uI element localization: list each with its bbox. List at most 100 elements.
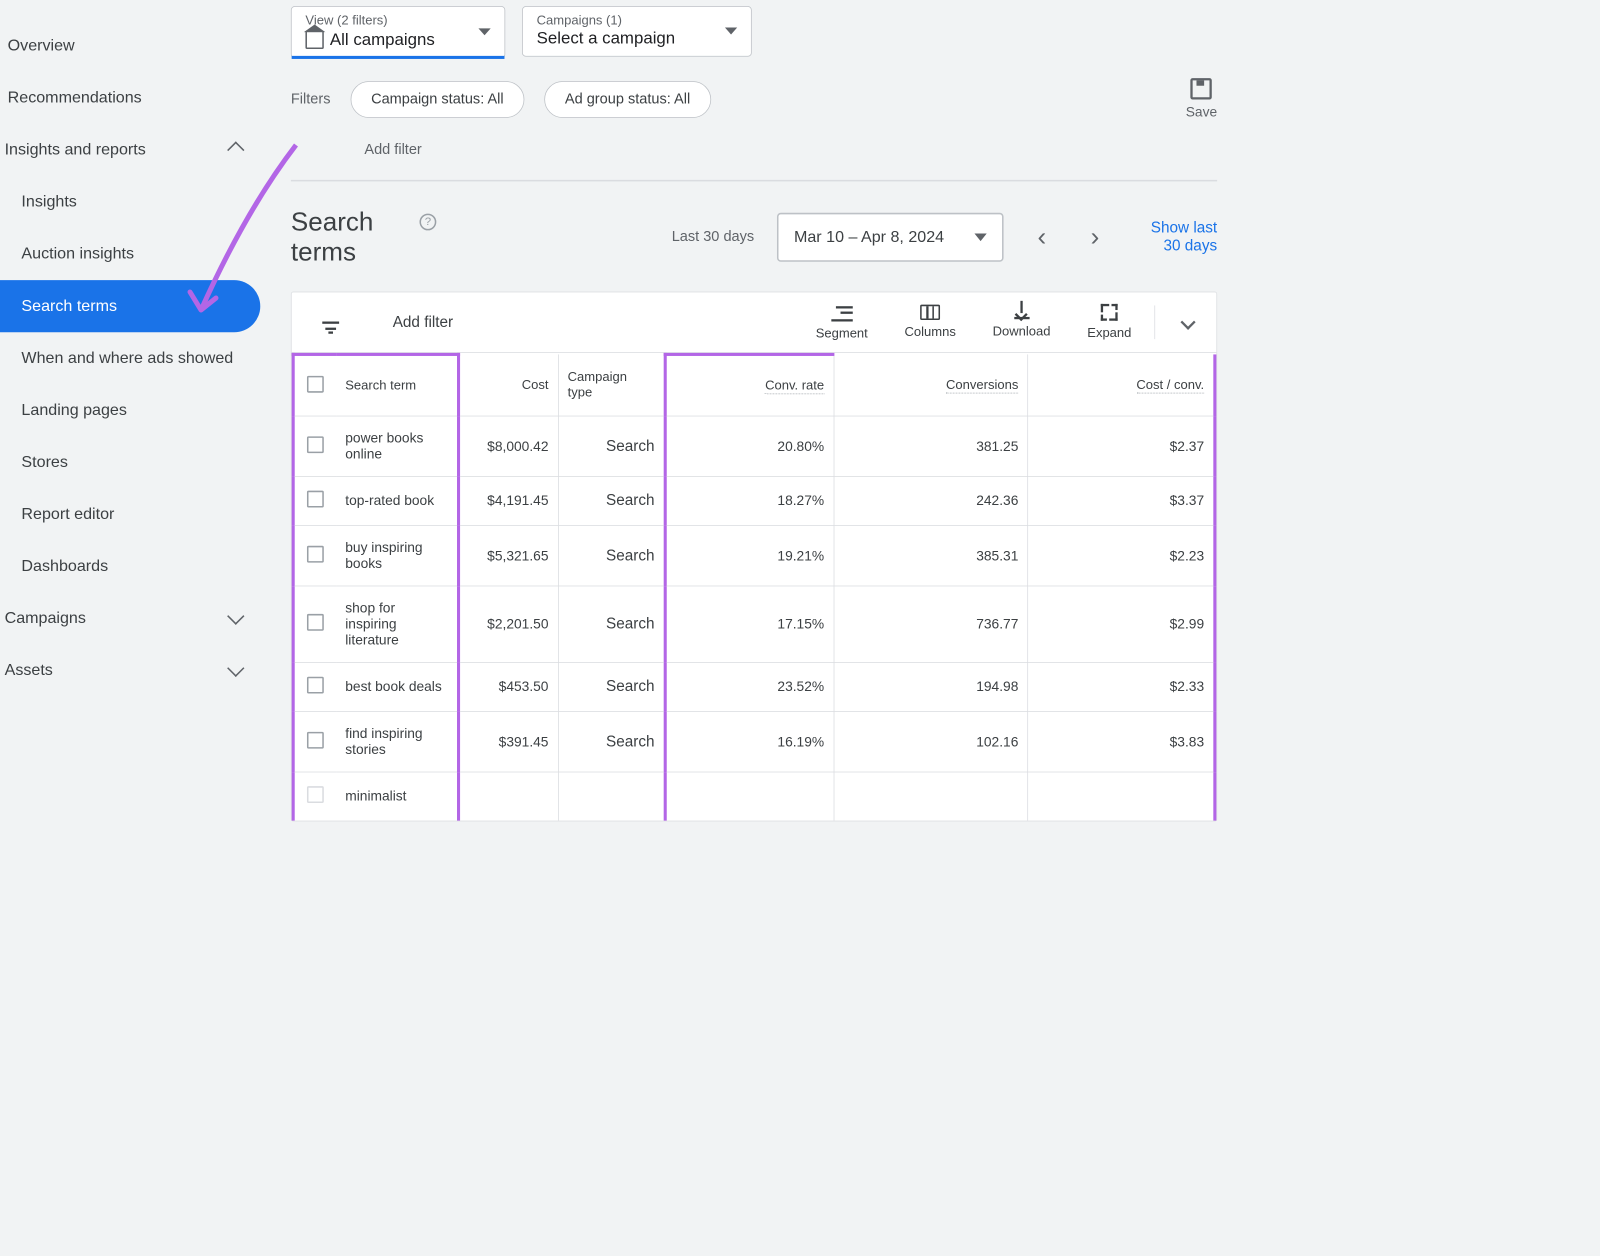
cell-cost: $5,321.65 bbox=[459, 526, 559, 586]
row-checkbox[interactable] bbox=[307, 786, 324, 803]
col-search-term[interactable]: Search term bbox=[336, 354, 458, 416]
row-checkbox[interactable] bbox=[307, 677, 324, 694]
nav-item-auction-insights[interactable]: Auction insights bbox=[0, 228, 260, 280]
cell-conversions: 102.16 bbox=[834, 712, 1028, 772]
row-select-cell bbox=[293, 477, 336, 526]
row-checkbox[interactable] bbox=[307, 545, 324, 562]
prev-period-button[interactable]: ‹ bbox=[1027, 222, 1057, 252]
nav-label: Insights and reports bbox=[5, 141, 146, 159]
filters-label: Filters bbox=[291, 91, 331, 108]
cell-campaign-type: Search bbox=[558, 526, 665, 586]
cell-search-term: power books online bbox=[336, 416, 458, 476]
filter-icon-button[interactable] bbox=[292, 297, 370, 348]
cell-search-term: buy inspiring books bbox=[336, 526, 458, 586]
cell-conversions: 381.25 bbox=[834, 416, 1028, 476]
filter-pill-campaign-status[interactable]: Campaign status: All bbox=[350, 81, 524, 118]
col-conv-rate[interactable]: Conv. rate bbox=[665, 354, 833, 416]
cell-search-term: find inspiring stories bbox=[336, 712, 458, 772]
help-icon[interactable]: ? bbox=[419, 214, 436, 231]
nav-label: Assets bbox=[5, 661, 53, 679]
row-select-cell bbox=[293, 526, 336, 586]
row-checkbox[interactable] bbox=[307, 436, 324, 453]
house-icon bbox=[305, 31, 323, 49]
col-campaign-type[interactable]: Campaign type bbox=[558, 354, 665, 416]
cell-cost: $391.45 bbox=[459, 712, 559, 772]
nav-item-report-editor[interactable]: Report editor bbox=[0, 488, 260, 540]
select-all-cell bbox=[293, 354, 336, 416]
table-row: best book deals$453.50Search23.52%194.98… bbox=[293, 663, 1215, 712]
row-checkbox[interactable] bbox=[307, 614, 324, 631]
filter-pill-ad-group-status[interactable]: Ad group status: All bbox=[544, 81, 711, 118]
col-cost-conv[interactable]: Cost / conv. bbox=[1028, 354, 1215, 416]
save-label: Save bbox=[1186, 104, 1217, 120]
nav-item-recommendations[interactable]: Recommendations bbox=[0, 72, 260, 124]
row-select-cell bbox=[293, 416, 336, 476]
nav-item-landing-pages[interactable]: Landing pages bbox=[0, 384, 260, 436]
nav-expand-insights-and-reports[interactable]: Insights and reports bbox=[0, 124, 260, 176]
next-period-button[interactable]: › bbox=[1080, 222, 1110, 252]
cell-search-term: top-rated book bbox=[336, 477, 458, 526]
table-row: minimalist bbox=[293, 772, 1215, 821]
table-row: find inspiring stories$391.45Search16.19… bbox=[293, 712, 1215, 772]
date-range-text: Mar 10 – Apr 8, 2024 bbox=[794, 228, 944, 246]
cell-conv-rate: 16.19% bbox=[665, 712, 833, 772]
download-button[interactable]: Download bbox=[974, 295, 1069, 350]
chevron-up-icon bbox=[227, 141, 244, 158]
save-button[interactable]: Save bbox=[1186, 78, 1217, 120]
select-all-checkbox[interactable] bbox=[307, 375, 324, 392]
nav-item-dashboards[interactable]: Dashboards bbox=[0, 540, 260, 592]
table-row: shop for inspiring literature$2,201.50Se… bbox=[293, 586, 1215, 663]
nav-item-overview[interactable]: Overview bbox=[0, 20, 260, 72]
nav-item-insights[interactable]: Insights bbox=[0, 176, 260, 228]
period-label: Last 30 days bbox=[672, 229, 754, 246]
show-last-30-days-link[interactable]: Show last 30 days bbox=[1133, 220, 1217, 255]
cell-conversions: 736.77 bbox=[834, 586, 1028, 663]
row-checkbox[interactable] bbox=[307, 491, 324, 508]
campaign-selector-value: Select a campaign bbox=[537, 28, 676, 48]
more-options-button[interactable] bbox=[1160, 297, 1217, 348]
chevron-down-icon bbox=[478, 28, 490, 35]
cell-cost-conv: $2.23 bbox=[1028, 526, 1215, 586]
add-filter-button[interactable]: Add filter bbox=[370, 294, 798, 351]
cell-campaign-type: Search bbox=[558, 663, 665, 712]
chevron-down-icon bbox=[227, 660, 244, 677]
table-row: top-rated book$4,191.45Search18.27%242.3… bbox=[293, 477, 1215, 526]
segment-button[interactable]: Segment bbox=[797, 292, 886, 352]
nav-item-stores[interactable]: Stores bbox=[0, 436, 260, 488]
expand-icon bbox=[1101, 304, 1118, 321]
campaign-selector[interactable]: Campaigns (1) Select a campaign bbox=[522, 6, 752, 57]
row-select-cell bbox=[293, 772, 336, 821]
nav-label: Campaigns bbox=[5, 609, 86, 627]
cell-conversions: 242.36 bbox=[834, 477, 1028, 526]
cell-conv-rate: 19.21% bbox=[665, 526, 833, 586]
cell-conversions: 385.31 bbox=[834, 526, 1028, 586]
add-filter-link[interactable]: Add filter bbox=[291, 134, 1217, 181]
table-row: power books online$8,000.42Search20.80%3… bbox=[293, 416, 1215, 476]
chevron-down-icon bbox=[725, 27, 737, 34]
nav-expand-campaigns[interactable]: Campaigns bbox=[0, 592, 260, 644]
columns-button[interactable]: Columns bbox=[886, 294, 974, 351]
segment-icon bbox=[831, 303, 852, 321]
expand-button[interactable]: Expand bbox=[1069, 293, 1150, 351]
cell-cost: $453.50 bbox=[459, 663, 559, 712]
nav-item-search-terms[interactable]: Search terms bbox=[0, 280, 260, 332]
table-toolbar: Add filter Segment Columns Download Expa… bbox=[292, 292, 1217, 352]
cell-campaign-type: Search bbox=[558, 712, 665, 772]
cell-cost-conv: $2.37 bbox=[1028, 416, 1215, 476]
nav-item-when-and-where-ads-showed[interactable]: When and where ads showed bbox=[0, 332, 260, 384]
view-selector-value: All campaigns bbox=[330, 30, 435, 50]
row-checkbox[interactable] bbox=[307, 731, 324, 748]
cell-conv-rate: 20.80% bbox=[665, 416, 833, 476]
view-selector[interactable]: View (2 filters) All campaigns bbox=[291, 6, 505, 58]
cell-search-term: shop for inspiring literature bbox=[336, 586, 458, 663]
col-cost[interactable]: Cost bbox=[459, 354, 559, 416]
row-select-cell bbox=[293, 712, 336, 772]
nav-expand-assets[interactable]: Assets bbox=[0, 645, 260, 697]
cell-search-term: minimalist bbox=[336, 772, 458, 821]
chevron-down-icon bbox=[227, 608, 244, 625]
cell-conv-rate: 18.27% bbox=[665, 477, 833, 526]
date-range-selector[interactable]: Mar 10 – Apr 8, 2024 bbox=[777, 213, 1004, 262]
cell-campaign-type: Search bbox=[558, 586, 665, 663]
col-conversions[interactable]: Conversions bbox=[834, 354, 1028, 416]
data-card: Add filter Segment Columns Download Expa… bbox=[291, 292, 1217, 822]
